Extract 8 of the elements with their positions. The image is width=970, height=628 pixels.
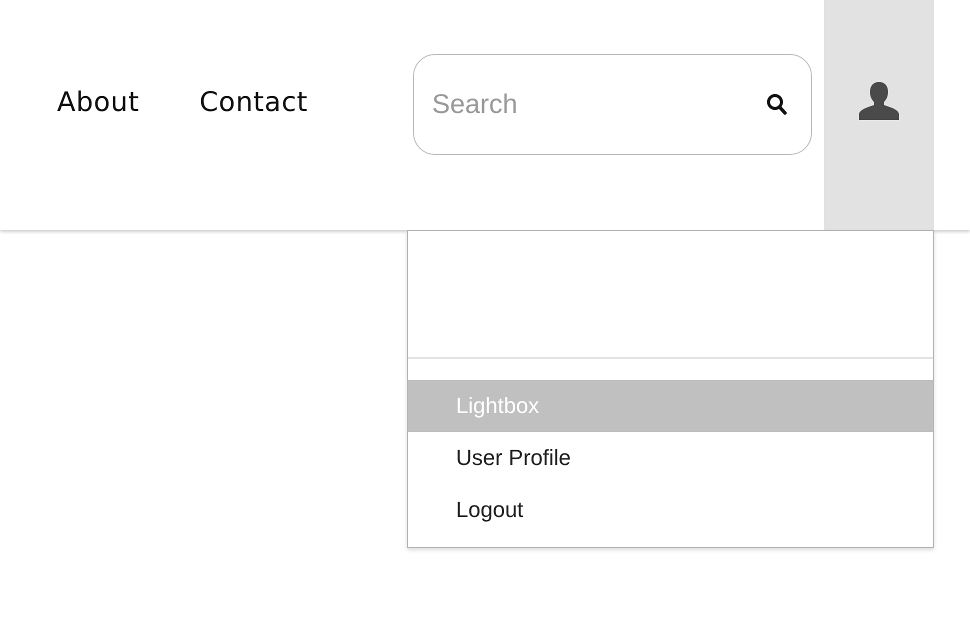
user-button[interactable] — [824, 0, 934, 230]
nav-link[interactable]: Contact — [199, 86, 308, 118]
menu-item[interactable]: User Profile — [408, 432, 933, 484]
menu-item[interactable]: Logout — [408, 484, 933, 536]
user-icon — [858, 80, 900, 122]
search-field[interactable]: Search — [413, 54, 812, 155]
search-icon — [766, 93, 788, 117]
nav-link[interactable]: About — [57, 86, 140, 118]
